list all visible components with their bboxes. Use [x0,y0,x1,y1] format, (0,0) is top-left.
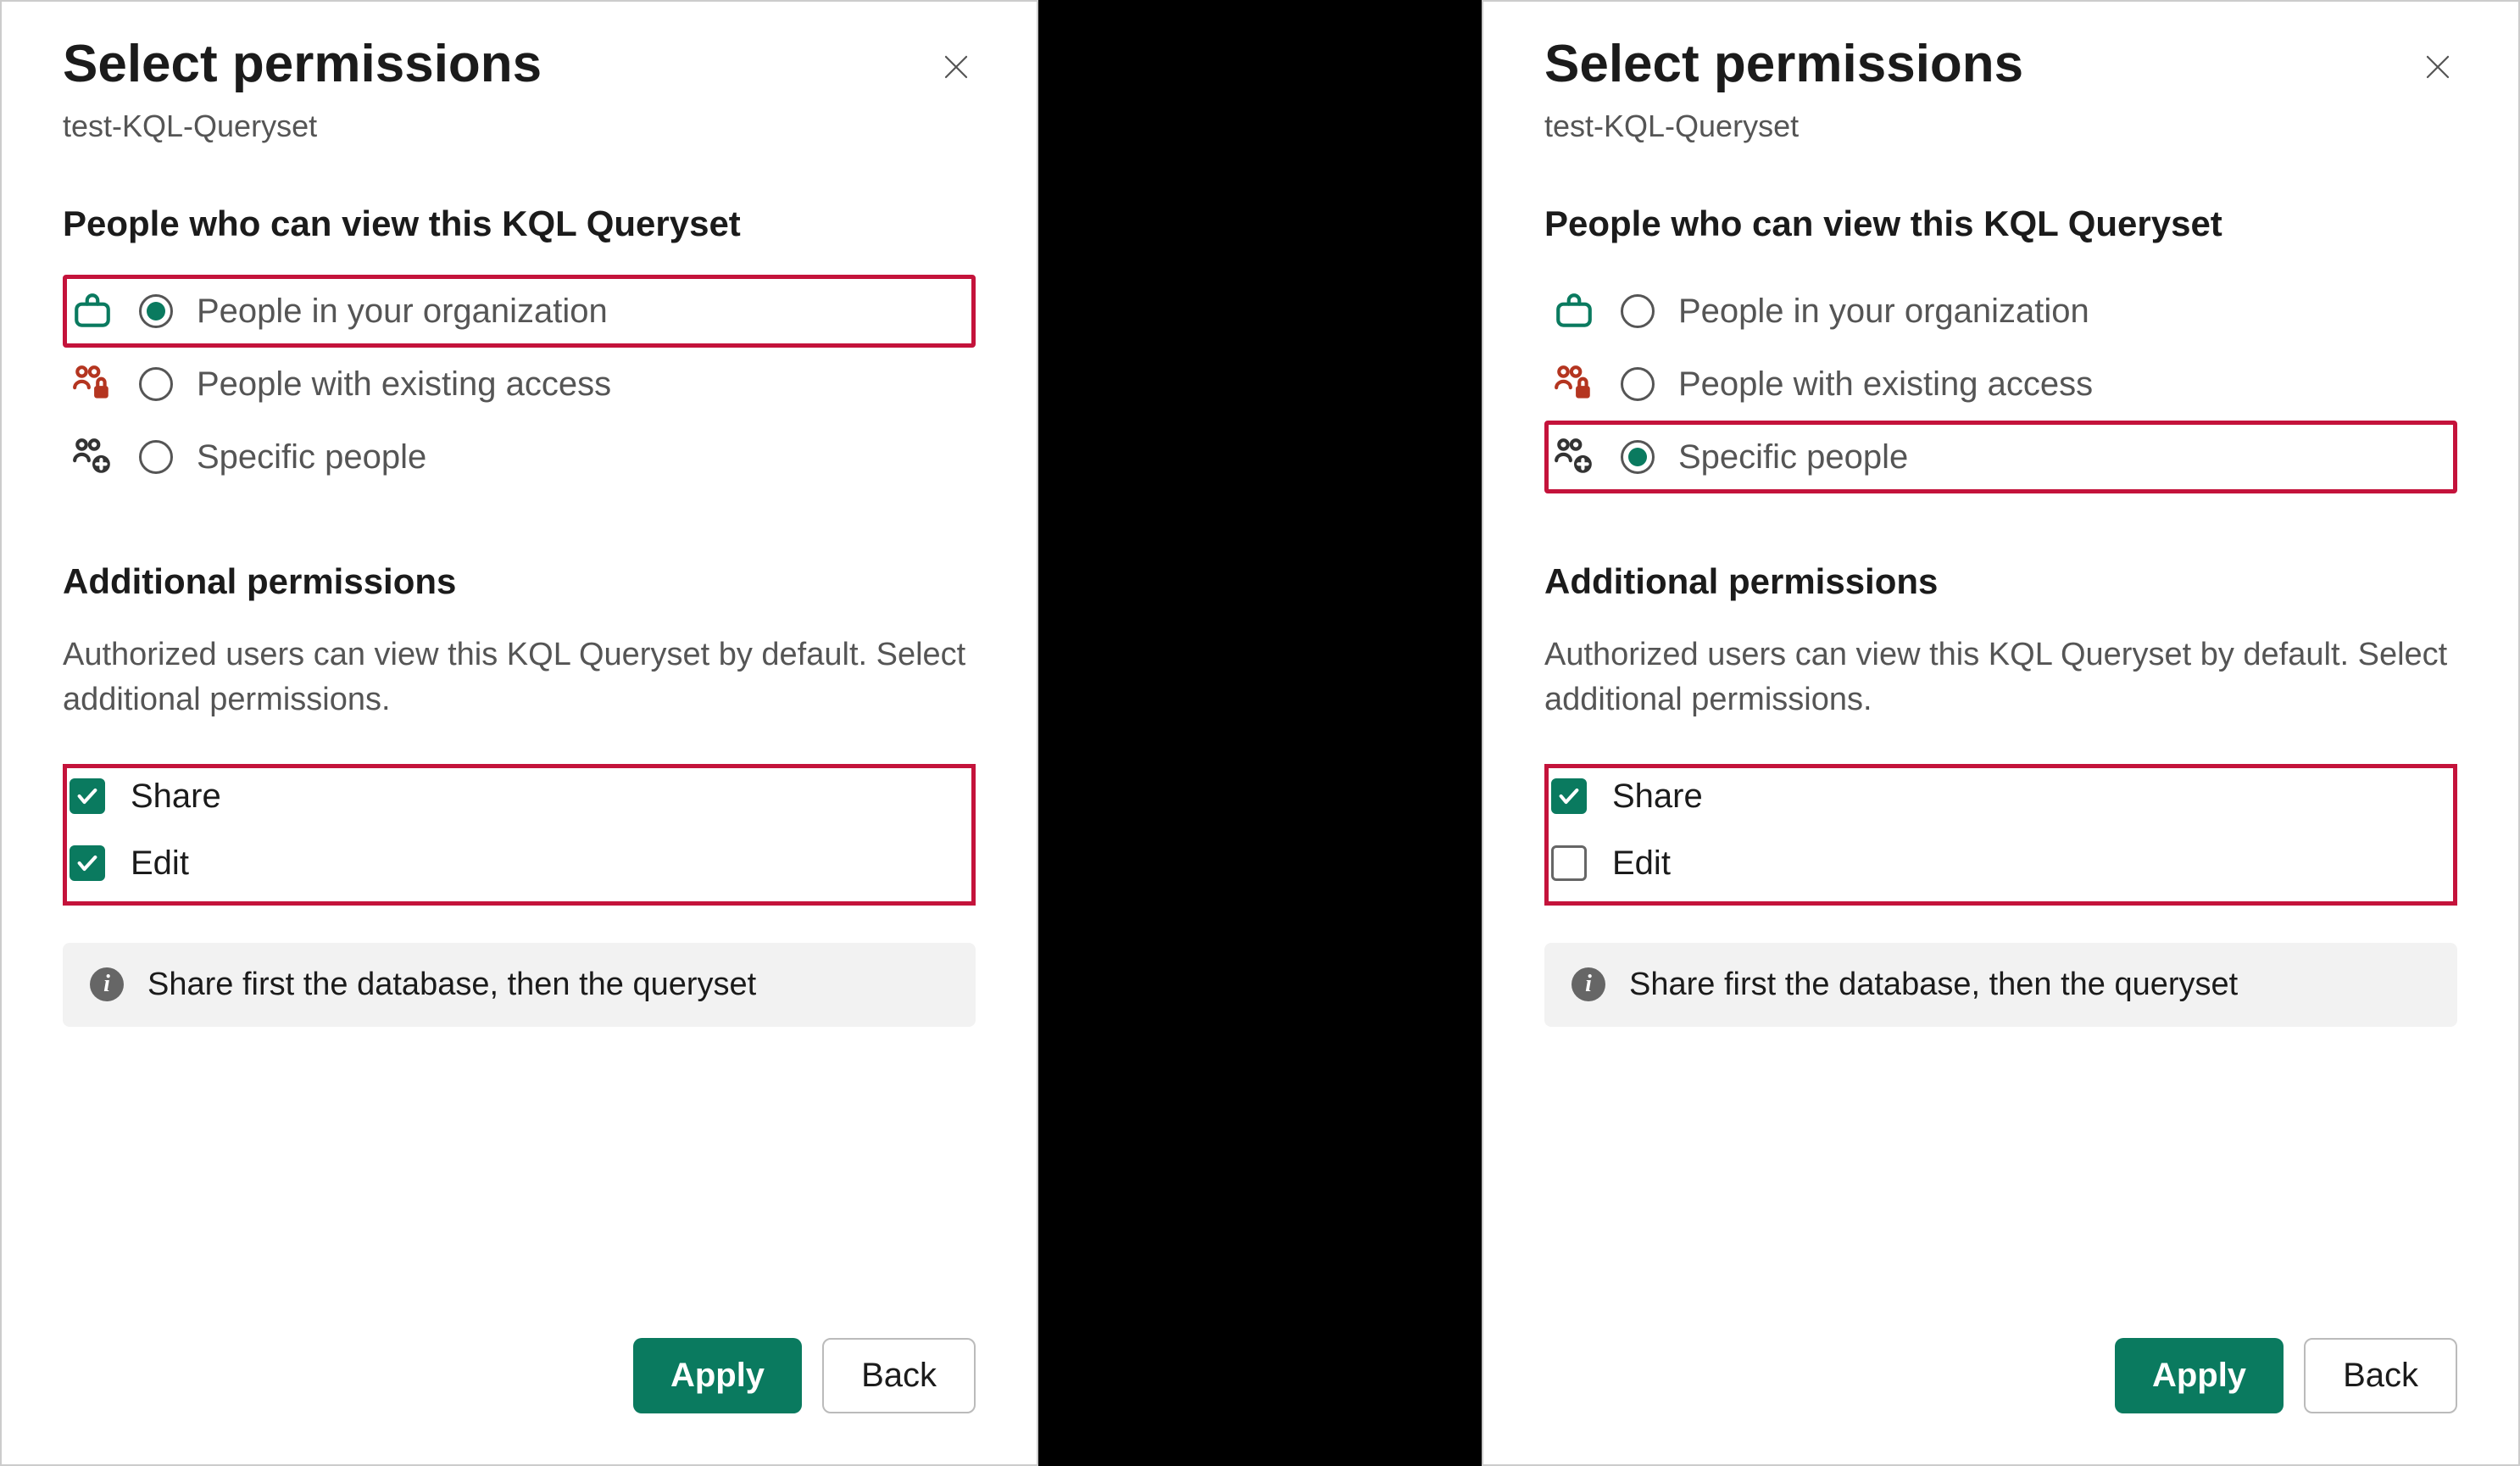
panel-divider [1038,0,1482,1466]
close-icon [2423,52,2453,82]
view-section-title: People who can view this KQL Queryset [63,203,976,244]
people-add-icon [1551,434,1597,480]
radio-label: Specific people [1678,438,1908,477]
checkbox-input[interactable] [1551,845,1587,881]
info-icon: i [1572,967,1605,1001]
radio-option[interactable]: People with existing access [1544,348,2457,421]
apply-button[interactable]: Apply [2115,1338,2284,1413]
dialog-title: Select permissions [1544,36,2023,93]
radio-input[interactable] [1621,294,1655,328]
back-button[interactable]: Back [822,1338,976,1413]
apply-button[interactable]: Apply [633,1338,802,1413]
radio-input[interactable] [139,440,173,474]
dialog-subtitle: test-KQL-Queryset [1544,109,2457,144]
permissions-panel-left: Select permissions test-KQL-Queryset Peo… [0,0,1038,1466]
additional-section-title: Additional permissions [63,561,976,602]
info-banner: i Share first the database, then the que… [63,943,976,1027]
close-icon [941,52,971,82]
radio-group: People in your organization People with … [63,275,976,493]
checkbox-group: Share Edit [63,764,976,906]
info-banner: i Share first the database, then the que… [1544,943,2457,1027]
radio-label: People in your organization [197,293,608,331]
checkbox-input[interactable] [1551,778,1587,814]
additional-section-desc: Authorized users can view this KQL Query… [63,633,976,722]
radio-label: People with existing access [197,365,611,404]
radio-option[interactable]: Specific people [63,421,976,493]
close-button[interactable] [2418,47,2457,86]
people-lock-icon [70,361,115,407]
radio-input[interactable] [139,294,173,328]
dialog-title: Select permissions [63,36,542,93]
close-button[interactable] [937,47,976,86]
radio-input[interactable] [1621,440,1655,474]
additional-section-title: Additional permissions [1544,561,2457,602]
checkbox-row[interactable]: Share [1551,778,2450,816]
permissions-panel-right: Select permissions test-KQL-Queryset Peo… [1482,0,2520,1466]
dialog-subtitle: test-KQL-Queryset [63,109,976,144]
people-lock-icon [1551,361,1597,407]
dialog-footer: Apply Back [63,1270,976,1413]
checkbox-group: Share Edit [1544,764,2457,906]
radio-group: People in your organization People with … [1544,275,2457,493]
back-button[interactable]: Back [2304,1338,2457,1413]
checkbox-input[interactable] [70,845,105,881]
radio-option[interactable]: People in your organization [63,275,976,348]
view-section-title: People who can view this KQL Queryset [1544,203,2457,244]
info-text: Share first the database, then the query… [1629,967,2238,1003]
people-add-icon [70,434,115,480]
checkbox-input[interactable] [70,778,105,814]
radio-label: People in your organization [1678,293,2089,331]
radio-label: Specific people [197,438,426,477]
checkbox-label: Share [131,778,221,816]
briefcase-icon [1551,288,1597,334]
checkbox-row[interactable]: Share [70,778,969,816]
radio-option[interactable]: People with existing access [63,348,976,421]
radio-input[interactable] [139,367,173,401]
info-text: Share first the database, then the query… [147,967,756,1003]
checkbox-row[interactable]: Edit [70,844,969,883]
briefcase-icon [70,288,115,334]
radio-option[interactable]: People in your organization [1544,275,2457,348]
checkbox-label: Edit [1612,844,1671,883]
checkbox-label: Edit [131,844,189,883]
info-icon: i [90,967,124,1001]
radio-label: People with existing access [1678,365,2093,404]
checkbox-label: Share [1612,778,1703,816]
radio-input[interactable] [1621,367,1655,401]
additional-section-desc: Authorized users can view this KQL Query… [1544,633,2457,722]
radio-option[interactable]: Specific people [1544,421,2457,493]
checkbox-row[interactable]: Edit [1551,844,2450,883]
dialog-footer: Apply Back [1544,1270,2457,1413]
